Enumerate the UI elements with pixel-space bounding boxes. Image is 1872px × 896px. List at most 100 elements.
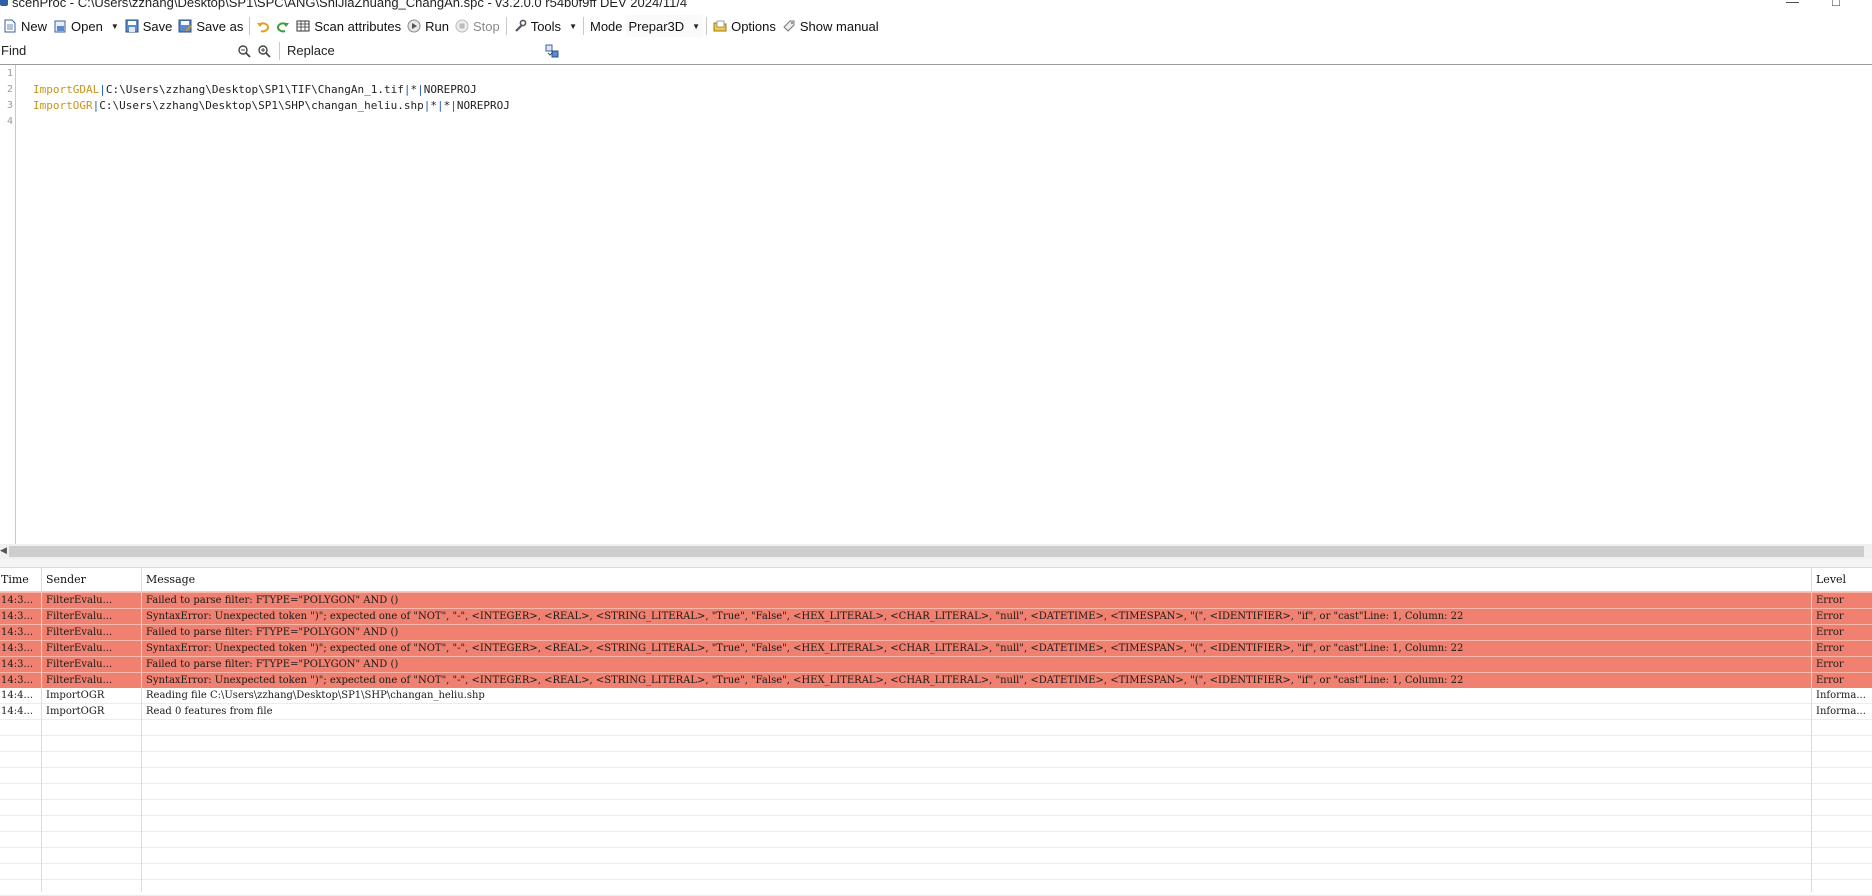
line-number-gutter: 1 2 3 4 — [0, 65, 16, 544]
new-document-icon — [3, 19, 17, 33]
options-button-label: Options — [731, 18, 776, 34]
scan-attributes-button[interactable]: Scan attributes — [293, 15, 404, 37]
replace-all-icon[interactable] — [545, 44, 559, 58]
toolbar-separator — [706, 17, 708, 35]
log-row-empty — [0, 784, 1872, 800]
log-cell-sender: ImportOGR — [46, 706, 105, 717]
log-cell-sender: ImportOGR — [46, 690, 105, 701]
log-cell-time: 14:3... — [1, 659, 33, 670]
manual-tag-icon — [782, 19, 796, 33]
run-icon — [407, 19, 421, 33]
log-row-empty — [0, 736, 1872, 752]
code-line-2[interactable]: ImportGDAL | C:\Users\zzhang\Desktop\SP1\T… — [33, 83, 477, 96]
find-input[interactable] — [0, 41, 233, 60]
save-button-label: Save — [142, 18, 173, 34]
log-cell-level: Error — [1816, 675, 1844, 686]
undo-button[interactable] — [253, 15, 273, 37]
log-row-empty — [0, 800, 1872, 816]
options-button[interactable]: Options — [710, 15, 779, 37]
save-button[interactable]: Save — [122, 15, 176, 37]
code-line-3[interactable]: ImportOGR | C:\Users\zzhang\Desktop\SP1\SH… — [33, 99, 510, 112]
log-row[interactable]: 14:3... FilterEvalu... Failed to parse fil… — [0, 624, 1872, 640]
editor-horizontal-scrollbar[interactable]: ◀ — [0, 544, 1872, 559]
save-as-button[interactable]: Save as — [175, 15, 246, 37]
app-icon — [0, 0, 8, 6]
log-cell-sender: FilterEvalu... — [46, 627, 113, 638]
scroll-left-arrow-icon[interactable]: ◀ — [0, 545, 7, 556]
log-row-empty — [0, 848, 1872, 864]
show-manual-button[interactable]: Show manual — [779, 15, 882, 37]
show-manual-button-label: Show manual — [799, 18, 879, 34]
log-row[interactable]: 14:3... FilterEvalu... Failed to parse fil… — [0, 592, 1872, 608]
save-as-disk-icon — [178, 19, 193, 33]
log-cell-time: 14:3... — [1, 643, 33, 654]
run-button[interactable]: Run — [404, 15, 452, 37]
mode-select-value: Prepar3D — [628, 18, 685, 34]
column-header-sender[interactable]: Sender — [41, 568, 141, 591]
column-divider — [1811, 568, 1812, 892]
column-header-message[interactable]: Message — [141, 568, 1811, 591]
column-header-time[interactable]: Time — [0, 568, 41, 591]
replace-input[interactable] — [284, 41, 539, 60]
log-row[interactable]: 14:4... ImportOGR Read 0 features from fil… — [0, 704, 1872, 720]
column-header-level[interactable]: Level — [1811, 568, 1872, 591]
log-cell-level: Error — [1816, 659, 1844, 670]
code-text: C:\Users\zzhang\Desktop\SP1\SHP\changan_… — [99, 99, 424, 112]
log-row-empty — [0, 832, 1872, 848]
mode-dropdown-arrow[interactable]: ▼ — [692, 22, 700, 31]
title-bar: scenProc - C:\Users\zzhang\Desktop\SP1\S… — [0, 0, 1872, 14]
new-button-label: New — [21, 18, 48, 34]
code-text: NOREPROJ — [456, 99, 510, 112]
log-cell-sender: FilterEvalu... — [46, 659, 113, 670]
maximize-button[interactable]: □ — [1832, 0, 1840, 9]
code-separator: | — [417, 83, 424, 96]
log-row-empty — [0, 768, 1872, 784]
save-as-button-label: Save as — [196, 18, 244, 34]
log-cell-message: Failed to parse filter: FTYPE="POLYGON" … — [146, 627, 399, 638]
code-keyword: ImportOGR — [33, 99, 93, 112]
scrollbar-thumb[interactable] — [9, 546, 1864, 557]
log-cell-message: SyntaxError: Unexpected token ")"; expec… — [146, 675, 1464, 686]
line-number: 3 — [7, 100, 14, 111]
redo-button[interactable] — [273, 15, 293, 37]
code-keyword: ImportGDAL — [33, 83, 100, 96]
toolbar-separator — [249, 17, 251, 35]
tools-button[interactable]: Tools ▼ — [510, 15, 580, 37]
mode-select[interactable]: Prepar3D ▼ — [625, 15, 704, 37]
minimize-button[interactable]: — — [1786, 0, 1799, 9]
open-button-label: Open — [71, 18, 103, 34]
code-text: * — [430, 99, 437, 112]
log-cell-time: 14:3... — [1, 675, 33, 686]
log-row[interactable]: 14:4... ImportOGR Reading file C:\Users\zz… — [0, 688, 1872, 704]
toolbar-separator — [582, 17, 584, 35]
line-number: 4 — [7, 116, 14, 127]
log-cell-level: Informa... — [1816, 690, 1866, 701]
log-cell-sender: FilterEvalu... — [46, 595, 113, 606]
log-cell-sender: FilterEvalu... — [46, 675, 113, 686]
stop-button-label: Stop — [472, 18, 500, 34]
open-dropdown-arrow[interactable]: ▼ — [111, 22, 119, 31]
find-next-icon[interactable] — [257, 44, 271, 58]
log-cell-sender: FilterEvalu... — [46, 611, 113, 622]
log-cell-time: 14:3... — [1, 595, 33, 606]
open-button[interactable]: Open ▼ — [50, 15, 122, 37]
tools-button-label: Tools — [530, 18, 562, 34]
column-divider — [41, 568, 42, 892]
column-divider — [141, 568, 142, 892]
script-editor[interactable]: 1 2 3 4 ImportGDAL | C:\Users\zzhang\Deskt… — [0, 65, 1872, 544]
new-button[interactable]: New — [0, 15, 50, 37]
log-row[interactable]: 14:3... FilterEvalu... SyntaxError: Unexpe… — [0, 640, 1872, 656]
stop-button[interactable]: Stop — [452, 15, 503, 37]
log-row[interactable]: 14:3... FilterEvalu... SyntaxError: Unexpe… — [0, 672, 1872, 688]
log-cell-level: Error — [1816, 611, 1844, 622]
find-previous-icon[interactable] — [237, 44, 251, 58]
code-text: C:\Users\zzhang\Desktop\SP1\TIF\ChangAn_… — [105, 83, 404, 96]
panel-splitter[interactable] — [0, 559, 1872, 568]
log-row[interactable]: 14:3... FilterEvalu... SyntaxError: Unexpe… — [0, 608, 1872, 624]
log-cell-message: SyntaxError: Unexpected token ")"; expec… — [146, 643, 1464, 654]
log-row-empty — [0, 752, 1872, 768]
options-folder-icon — [713, 19, 727, 33]
findbar-separator — [279, 41, 280, 60]
tools-dropdown-arrow[interactable]: ▼ — [569, 22, 577, 31]
log-row[interactable]: 14:3... FilterEvalu... Failed to parse fil… — [0, 656, 1872, 672]
